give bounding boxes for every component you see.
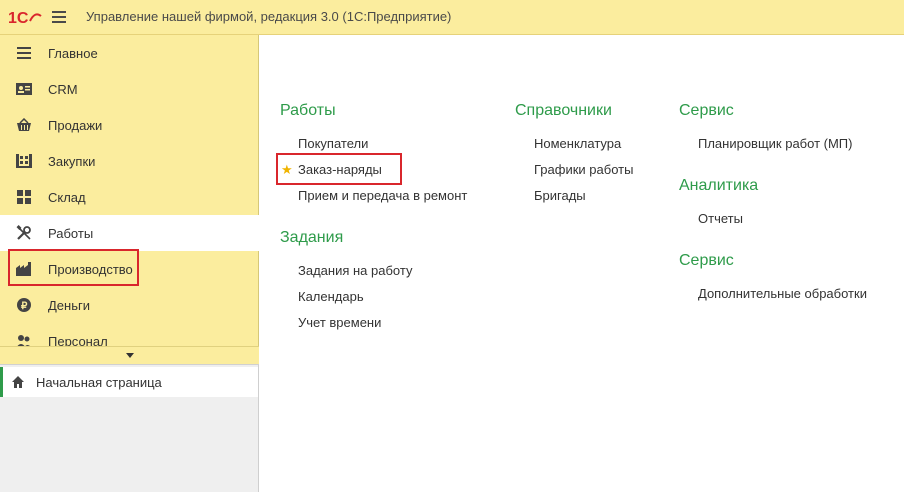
sidebar-item-main[interactable]: Главное bbox=[0, 35, 259, 71]
sidebar-item-label: CRM bbox=[48, 81, 78, 97]
sidebar-item-label: Продажи bbox=[48, 117, 103, 133]
sidebar-item-label: Работы bbox=[48, 225, 94, 241]
app-title: Управление нашей фирмой, редакция 3.0 (1… bbox=[86, 9, 452, 24]
link-nomenclature[interactable]: Номенклатура bbox=[534, 136, 621, 151]
ruble-coin-icon: ₽ bbox=[16, 297, 32, 313]
svg-text:1С: 1С bbox=[8, 10, 29, 27]
main-menu-icon[interactable] bbox=[52, 11, 66, 23]
link-work-schedules[interactable]: Графики работы bbox=[534, 162, 633, 177]
tools-icon bbox=[16, 225, 32, 241]
section-content: Работы Покупатели ★ Заказ-наряды Прием и… bbox=[260, 35, 904, 492]
sidebar-item-label: Склад bbox=[48, 189, 86, 205]
svg-text:₽: ₽ bbox=[21, 301, 28, 312]
sidebar-item-purchases[interactable]: Закупки bbox=[0, 143, 259, 179]
link-time-tracking[interactable]: Учет времени bbox=[298, 315, 381, 330]
open-windows-panel: Начальная страница bbox=[0, 364, 259, 492]
section-heading: Работы bbox=[280, 102, 336, 119]
open-window-label: Начальная страница bbox=[36, 374, 162, 390]
section-heading: Сервис bbox=[679, 102, 734, 119]
sidebar-item-sales[interactable]: Продажи bbox=[0, 107, 259, 143]
section-heading: Сервис bbox=[679, 252, 734, 269]
link-work-tasks[interactable]: Задания на работу bbox=[298, 263, 412, 278]
sidebar-scroll-down-button[interactable] bbox=[0, 346, 259, 364]
sections-panel: Главное CRM Продажи Закупки Склад Работы bbox=[0, 35, 259, 365]
factory-icon bbox=[16, 261, 32, 277]
link-repair-handover[interactable]: Прием и передача в ремонт bbox=[298, 188, 467, 203]
warehouse-grid-icon bbox=[16, 189, 32, 205]
link-work-orders[interactable]: Заказ-наряды bbox=[298, 162, 382, 177]
sidebar-item-label: Производство bbox=[48, 261, 133, 277]
basket-icon bbox=[16, 117, 32, 133]
link-reports[interactable]: Отчеты bbox=[698, 211, 743, 226]
link-additional-processing[interactable]: Дополнительные обработки bbox=[698, 286, 867, 301]
favorite-star-icon[interactable]: ★ bbox=[281, 162, 293, 178]
link-teams[interactable]: Бригады bbox=[534, 188, 586, 203]
sidebar-item-warehouse[interactable]: Склад bbox=[0, 179, 259, 215]
sidebar-item-label: Закупки bbox=[48, 153, 96, 169]
link-work-planner[interactable]: Планировщик работ (МП) bbox=[698, 136, 852, 151]
section-heading: Задания bbox=[280, 229, 344, 246]
home-icon bbox=[12, 376, 24, 388]
chevron-down-icon bbox=[125, 353, 134, 358]
list-icon bbox=[16, 45, 32, 61]
sidebar-item-works[interactable]: Работы bbox=[0, 215, 259, 251]
pallet-icon bbox=[16, 153, 32, 169]
open-window-home[interactable]: Начальная страница bbox=[0, 367, 258, 397]
sidebar-item-crm[interactable]: CRM bbox=[0, 71, 259, 107]
1c-logo-icon: 1С bbox=[8, 10, 42, 27]
sidebar-item-production[interactable]: Производство bbox=[0, 251, 259, 287]
sidebar-item-label: Деньги bbox=[48, 297, 90, 313]
section-heading: Аналитика bbox=[679, 177, 759, 194]
contact-card-icon bbox=[16, 81, 32, 97]
title-bar: 1С Управление нашей фирмой, редакция 3.0… bbox=[0, 0, 904, 35]
sidebar-item-money[interactable]: ₽ Деньги bbox=[0, 287, 259, 323]
sidebar-item-label: Главное bbox=[48, 45, 98, 61]
link-customers[interactable]: Покупатели bbox=[298, 136, 368, 151]
section-heading: Справочники bbox=[515, 102, 612, 119]
link-calendar[interactable]: Календарь bbox=[298, 289, 364, 304]
